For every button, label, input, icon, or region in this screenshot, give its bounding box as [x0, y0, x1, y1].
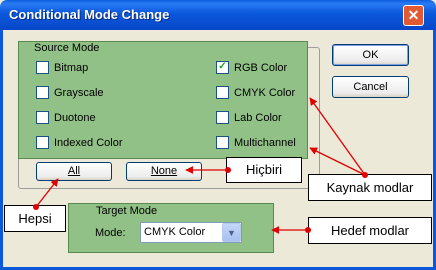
arrow-dot — [305, 227, 311, 233]
arrow-dot — [225, 167, 231, 173]
arrow-to-all — [35, 178, 59, 208]
arrow-dot — [33, 204, 39, 210]
arrow-dot — [362, 172, 368, 178]
callout-arrows — [33, 97, 368, 234]
arrow-to-source-right — [309, 97, 366, 176]
arrow-to-source-bottom — [309, 147, 366, 176]
